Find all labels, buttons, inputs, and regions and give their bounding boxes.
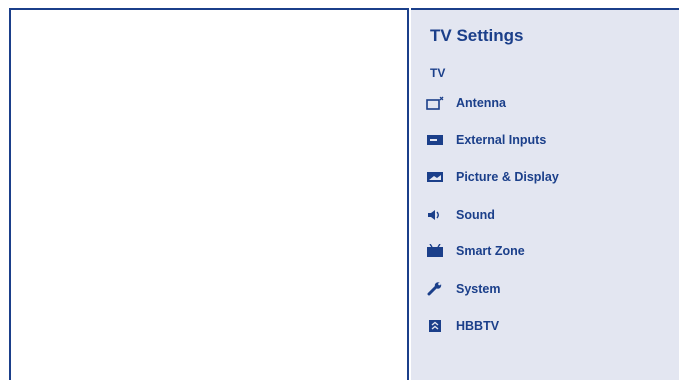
settings-panel: TV Settings TV Antenna External Inputs P… [411, 8, 679, 380]
panel-title: TV Settings [430, 26, 524, 45]
menu-item-system[interactable]: System [426, 278, 500, 300]
hbbtv-icon [426, 319, 444, 333]
external-inputs-icon [426, 133, 444, 147]
menu-item-label: Antenna [456, 96, 506, 110]
smart-zone-icon [426, 244, 444, 258]
menu-item-external-inputs[interactable]: External Inputs [426, 129, 546, 151]
picture-display-icon [426, 170, 444, 184]
section-heading-tv: TV [430, 66, 446, 80]
antenna-icon [426, 96, 444, 110]
menu-item-sound[interactable]: Sound [426, 204, 495, 226]
tv-screen-area [9, 8, 409, 380]
menu-item-smart-zone[interactable]: Smart Zone [426, 240, 525, 262]
menu-item-label: Sound [456, 208, 495, 222]
menu-item-antenna[interactable]: Antenna [426, 92, 506, 114]
menu-item-label: External Inputs [456, 133, 547, 147]
menu-item-label: System [456, 282, 501, 296]
sound-icon [426, 208, 444, 222]
menu-item-label: Picture & Display [456, 170, 559, 184]
menu-item-picture-display[interactable]: Picture & Display [426, 166, 559, 188]
menu-item-label: Smart Zone [456, 244, 525, 258]
menu-item-hbbtv[interactable]: HBBTV [426, 315, 499, 337]
wrench-icon [426, 282, 444, 296]
menu-item-label: HBBTV [456, 319, 500, 333]
